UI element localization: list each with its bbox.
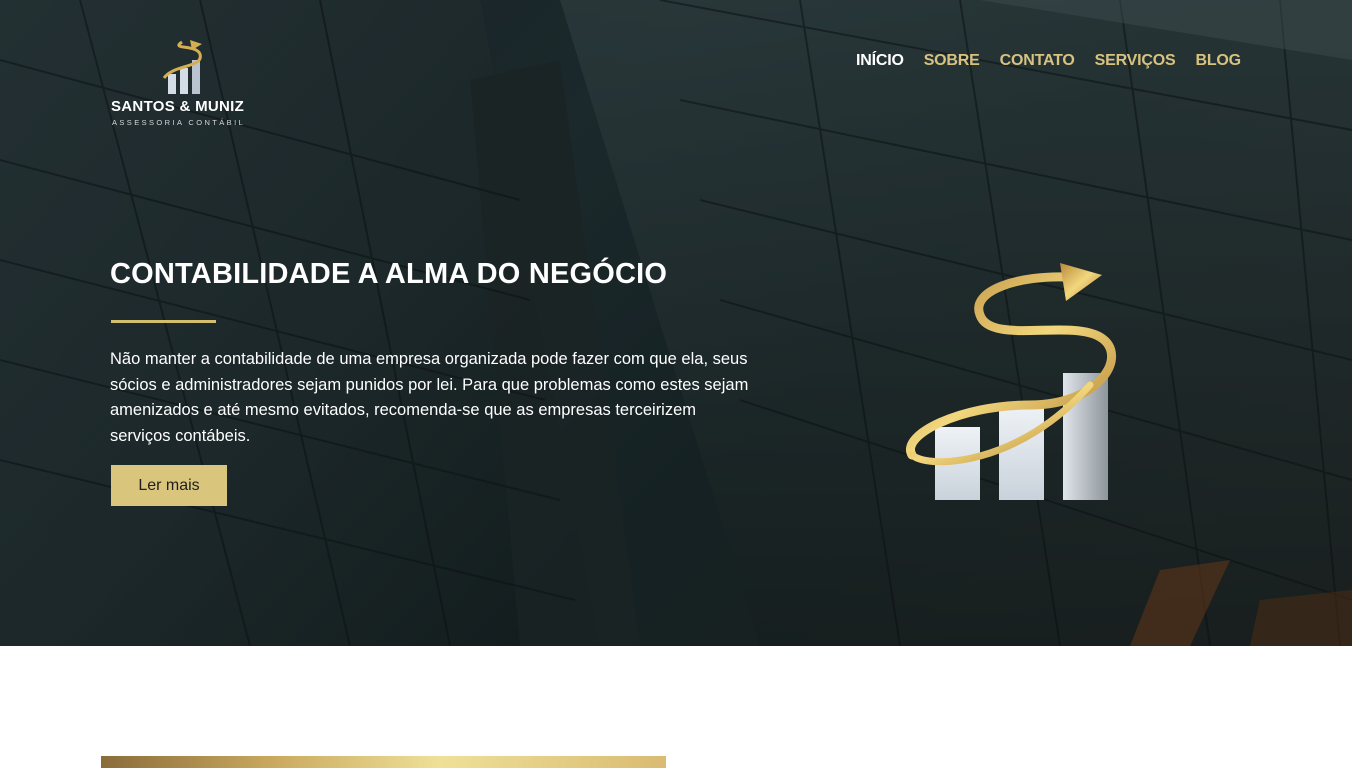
- hero-section: SANTOS & MUNIZ ASSESSORIA CONTÁBIL INÍCI…: [0, 0, 1352, 646]
- main-nav: INÍCIO SOBRE CONTATO SERVIÇOS BLOG: [856, 52, 1241, 70]
- read-more-button[interactable]: Ler mais: [111, 465, 227, 506]
- gold-arrow-bar-chart-icon: [160, 38, 210, 101]
- gold-arrow-bar-chart-icon: [900, 255, 1130, 510]
- nav-item-blog[interactable]: BLOG: [1195, 52, 1241, 70]
- nav-item-inicio[interactable]: INÍCIO: [856, 52, 904, 70]
- hero-title: CONTABILIDADE A ALMA DO NEGÓCIO: [110, 258, 668, 290]
- title-divider: [111, 320, 216, 323]
- brand-logo[interactable]: SANTOS & MUNIZ ASSESSORIA CONTÁBIL: [108, 38, 268, 130]
- gold-image-strip: [101, 756, 666, 768]
- nav-item-servicos[interactable]: SERVIÇOS: [1095, 52, 1176, 70]
- hero-text: Não manter a contabilidade de uma empres…: [110, 350, 749, 445]
- brand-tagline: ASSESSORIA CONTÁBIL: [112, 118, 246, 127]
- brand-name: SANTOS & MUNIZ: [111, 98, 245, 115]
- nav-item-contato[interactable]: CONTATO: [1000, 52, 1075, 70]
- nav-item-sobre[interactable]: SOBRE: [924, 52, 980, 70]
